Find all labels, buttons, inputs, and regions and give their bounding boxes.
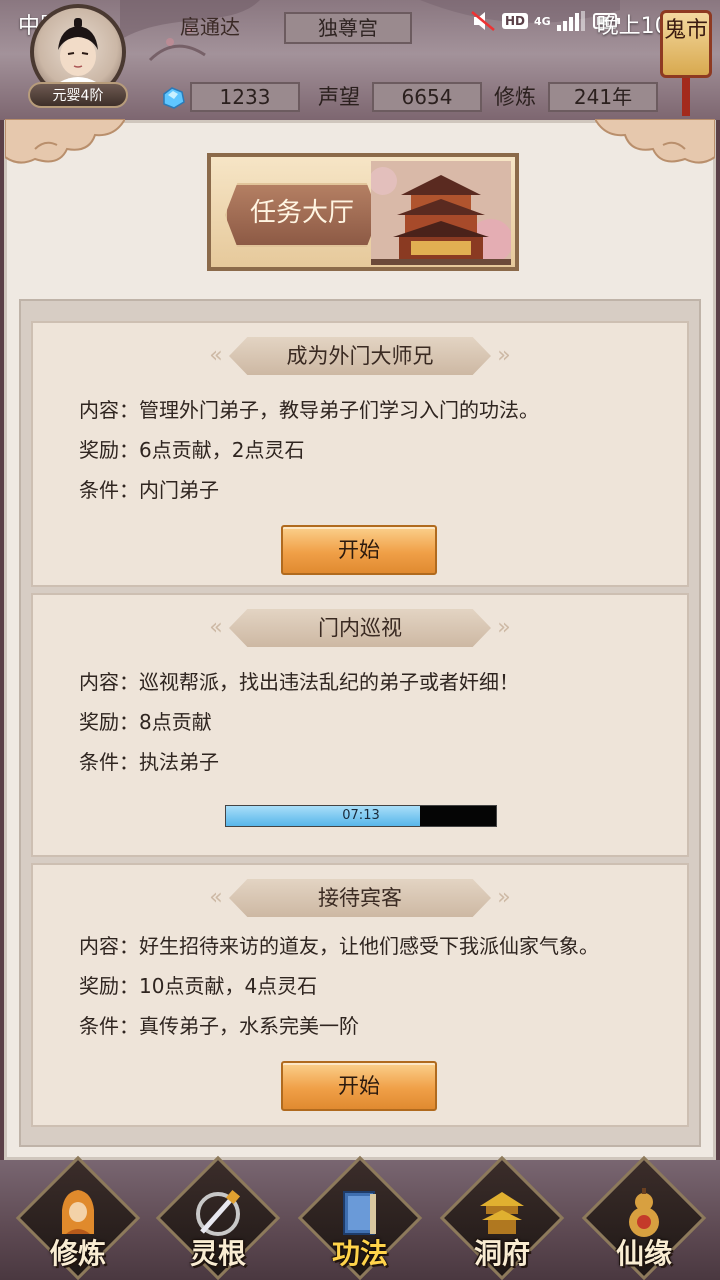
task-card: « 成为外门大师兄 » 内容：管理外门弟子，教导弟子们学习入门的功法。 奖励：6… bbox=[31, 321, 689, 587]
page-title: 任务大厅 bbox=[225, 183, 379, 247]
start-task-button[interactable]: 开始 bbox=[281, 1061, 437, 1111]
task-title: 接待宾客 bbox=[229, 879, 491, 917]
hd-badge: HD bbox=[502, 13, 529, 29]
task-condition: 条件：内门弟子 bbox=[79, 478, 219, 502]
start-task-button[interactable]: 开始 bbox=[281, 525, 437, 575]
task-title-banner: « 接待宾客 » bbox=[203, 879, 517, 917]
chevron-left-ornament-icon: « bbox=[209, 615, 223, 640]
player-stats: 1233 声望 6654 修炼 241年 bbox=[160, 82, 660, 114]
cultivator-face-icon bbox=[58, 18, 98, 90]
signal-icon bbox=[556, 11, 585, 31]
task-progress-bar: 07:13 bbox=[225, 805, 497, 827]
nav-label: 功法 bbox=[331, 1237, 388, 1270]
tassel-decoration bbox=[682, 78, 690, 116]
task-title-banner: « 成为外门大师兄 » bbox=[203, 337, 517, 375]
spirit-stone-icon bbox=[163, 87, 185, 109]
chevron-right-ornament-icon: » bbox=[497, 615, 511, 640]
task-title: 成为外门大师兄 bbox=[229, 337, 491, 375]
task-reward: 奖励：10点贡献，4点灵石 bbox=[79, 974, 318, 998]
task-title-banner: « 门内巡视 » bbox=[203, 609, 517, 647]
task-list[interactable]: « 成为外门大师兄 » 内容：管理外门弟子，教导弟子们学习入门的功法。 奖励：6… bbox=[19, 299, 701, 1147]
reputation-label: 声望 bbox=[318, 85, 360, 109]
task-condition: 条件：真传弟子，水系完美一阶 bbox=[79, 1014, 359, 1038]
network-type: 4G bbox=[534, 14, 551, 28]
nav-item-cultivate[interactable]: 修炼 bbox=[12, 1155, 144, 1280]
cultivation-years: 241年 bbox=[548, 82, 658, 112]
task-hall-panel: 任务大厅 « 成为外门大师兄 » 内容：管理外门弟子，教导弟子们学习入门的功法。… bbox=[4, 119, 716, 1160]
chevron-right-ornament-icon: » bbox=[497, 885, 511, 910]
task-timer: 07:13 bbox=[342, 808, 380, 823]
ghost-market-button[interactable]: 鬼市 bbox=[660, 10, 712, 78]
nav-item-techniques[interactable]: 功法 bbox=[294, 1155, 426, 1280]
task-content: 内容：管理外门弟子，教导弟子们学习入门的功法。 bbox=[79, 398, 539, 422]
sect-name: 独尊宫 bbox=[284, 12, 412, 44]
palace-illustration bbox=[371, 161, 511, 265]
player-name: 扈通达 bbox=[180, 15, 240, 39]
cultivation-rank-badge: 元婴4阶 bbox=[28, 82, 128, 108]
nav-label: 仙缘 bbox=[615, 1237, 672, 1270]
task-content: 内容：巡视帮派，找出违法乱纪的弟子或者奸细！ bbox=[79, 670, 519, 694]
mute-icon bbox=[471, 11, 495, 31]
nav-item-immortal-fate[interactable]: 仙缘 bbox=[578, 1155, 710, 1280]
nav-label: 洞府 bbox=[473, 1237, 530, 1270]
spirit-stone-count: 1233 bbox=[190, 82, 300, 112]
chevron-right-ornament-icon: » bbox=[497, 343, 511, 368]
cultivation-label: 修炼 bbox=[494, 85, 536, 109]
nav-label: 灵根 bbox=[189, 1237, 246, 1270]
task-hall-plaque: 任务大厅 bbox=[207, 153, 519, 271]
reputation-value: 6654 bbox=[372, 82, 482, 112]
task-content: 内容：好生招待来访的道友，让他们感受下我派仙家气象。 bbox=[79, 934, 599, 958]
top-header: 中国移动 HD 4G 晚上10:41 bbox=[0, 0, 720, 120]
task-condition: 条件：执法弟子 bbox=[79, 750, 219, 774]
task-card: « 接待宾客 » 内容：好生招待来访的道友，让他们感受下我派仙家气象。 奖励：1… bbox=[31, 863, 689, 1127]
nav-label: 修炼 bbox=[49, 1237, 106, 1270]
cloud-ornament-right bbox=[595, 119, 715, 164]
task-reward: 奖励：6点贡献，2点灵石 bbox=[79, 438, 305, 462]
task-title: 门内巡视 bbox=[229, 609, 491, 647]
chevron-left-ornament-icon: « bbox=[209, 885, 223, 910]
chevron-left-ornament-icon: « bbox=[209, 343, 223, 368]
nav-item-spirit-root[interactable]: 灵根 bbox=[152, 1155, 284, 1280]
player-avatar[interactable]: 元婴4阶 bbox=[22, 4, 134, 108]
task-reward: 奖励：8点贡献 bbox=[79, 710, 212, 734]
nav-item-cave[interactable]: 洞府 bbox=[436, 1155, 568, 1280]
cloud-ornament-left bbox=[5, 119, 125, 164]
task-card: « 门内巡视 » 内容：巡视帮派，找出违法乱纪的弟子或者奸细！ 奖励：8点贡献 … bbox=[31, 593, 689, 857]
bottom-nav: 修炼 灵根 功法 洞府 仙缘 bbox=[0, 1155, 720, 1280]
